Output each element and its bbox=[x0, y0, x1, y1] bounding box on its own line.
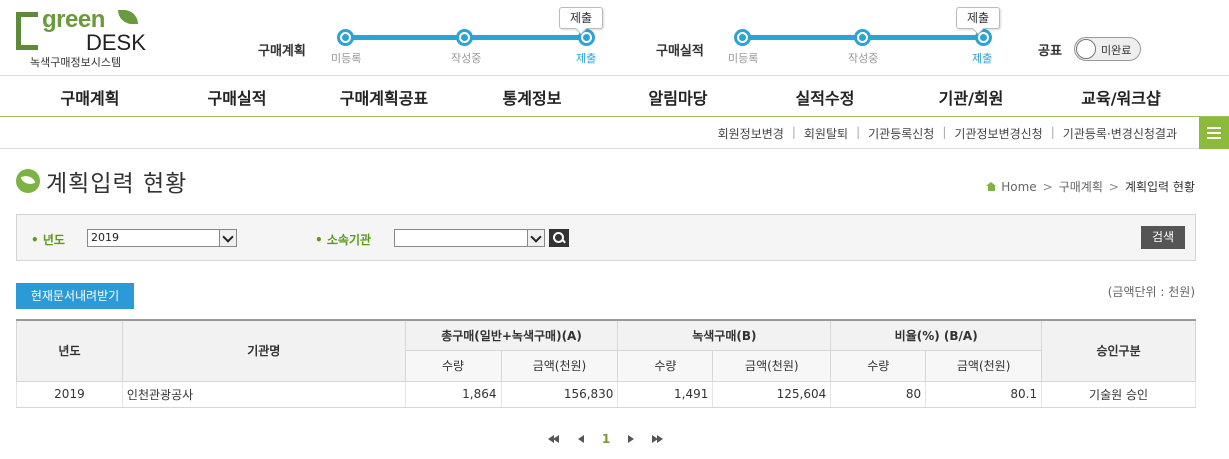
hamburger-icon bbox=[1207, 137, 1221, 139]
hamburger-menu-button[interactable] bbox=[1199, 117, 1229, 149]
subnav-separator: | bbox=[1050, 125, 1055, 139]
search-icon[interactable] bbox=[549, 229, 569, 247]
plan-status-table: 년도 기관명 총구매(일반+녹색구매)(A) 녹색구매(B) 비율(%) (B/… bbox=[16, 319, 1196, 408]
search-panel: 년도 2019 소속기관 검색 bbox=[16, 214, 1196, 261]
toggle-knob bbox=[1076, 39, 1096, 59]
chevron-down-icon bbox=[527, 230, 544, 246]
logo-text-desk: DESK bbox=[86, 30, 146, 55]
pagination: 1 bbox=[548, 431, 676, 447]
sub-nav-links: 회원정보변경 | 회원탈퇴 | 기관등록신청 | 기관정보변경신청 | 기관등록… bbox=[718, 125, 1177, 142]
greendesk-logo[interactable]: green DESK 녹색구매정보시스템 bbox=[14, 6, 154, 70]
cell-total-amount: 156,830 bbox=[500, 381, 619, 408]
year-select[interactable]: 2019 bbox=[87, 229, 237, 247]
cell-approval: 기술원 승인 bbox=[1041, 381, 1196, 408]
col-header-green-amount: 금액(천원) bbox=[712, 349, 832, 382]
first-page-icon[interactable] bbox=[548, 432, 562, 446]
result-status-bubble: 제출 bbox=[956, 7, 1001, 29]
table-row: 2019 인천관광공사 1,864 156,830 1,491 125,604 … bbox=[16, 381, 1196, 408]
result-progress-title: 구매실적 bbox=[656, 44, 704, 59]
plan-step-label-1: 미등록 bbox=[331, 52, 362, 65]
leaf-icon bbox=[118, 10, 138, 24]
toggle-label: 미완료 bbox=[1101, 44, 1132, 57]
breadcrumb-section[interactable]: 구매계획 bbox=[1059, 178, 1103, 195]
nav-item-purchase-result[interactable]: 구매실적 bbox=[208, 85, 267, 109]
subnav-separator: | bbox=[856, 125, 861, 139]
nav-item-notice[interactable]: 알림마당 bbox=[649, 85, 708, 109]
top-header: green DESK 녹색구매정보시스템 구매계획 미등록 작성중 제출 제출 … bbox=[0, 0, 1229, 75]
chevron-down-icon bbox=[219, 230, 236, 246]
result-step-node-1 bbox=[734, 29, 751, 46]
result-step-node-2 bbox=[854, 29, 871, 46]
nav-item-education[interactable]: 교육/워크샵 bbox=[1081, 85, 1160, 109]
nav-item-statistics[interactable]: 통계정보 bbox=[503, 85, 562, 109]
logo-subtitle: 녹색구매정보시스템 bbox=[30, 56, 122, 69]
subnav-separator: | bbox=[791, 125, 796, 139]
col-header-total-qty: 수량 bbox=[404, 349, 502, 382]
result-step-label-2: 작성중 bbox=[848, 52, 879, 65]
col-header-org: 기관명 bbox=[121, 319, 406, 382]
plan-step-node-2 bbox=[456, 29, 473, 46]
plan-progress-title: 구매계획 bbox=[258, 44, 306, 59]
download-button[interactable]: 현재문서내려받기 bbox=[16, 283, 134, 309]
logo-bracket-icon bbox=[16, 12, 38, 50]
cell-org: 인천관광공사 bbox=[121, 381, 406, 408]
page-title: 계획입력 현황 bbox=[46, 171, 188, 197]
publish-toggle[interactable]: 미완료 bbox=[1074, 37, 1141, 61]
publish-label: 공표 bbox=[1038, 44, 1062, 59]
plan-step-node-1 bbox=[337, 29, 354, 46]
nav-item-plan-publish[interactable]: 구매계획공표 bbox=[340, 85, 428, 109]
plan-status-bubble: 제출 bbox=[559, 7, 604, 29]
nav-item-purchase-plan[interactable]: 구매계획 bbox=[61, 85, 120, 109]
year-select-value: 2019 bbox=[91, 231, 119, 244]
page-number-current[interactable]: 1 bbox=[600, 432, 612, 446]
plan-step-label-3: 제출 bbox=[576, 52, 597, 65]
col-header-green-qty: 수량 bbox=[617, 349, 714, 382]
col-header-approval: 승인구분 bbox=[1041, 319, 1196, 382]
sub-nav: 회원정보변경 | 회원탈퇴 | 기관등록신청 | 기관정보변경신청 | 기관등록… bbox=[0, 117, 1229, 149]
col-header-total-amount: 금액(천원) bbox=[500, 349, 619, 382]
cell-total-qty: 1,864 bbox=[404, 381, 502, 408]
col-header-green: 녹색구매(B) bbox=[617, 319, 832, 351]
cell-green-qty: 1,491 bbox=[617, 381, 714, 408]
subnav-link-org-change[interactable]: 기관정보변경신청 bbox=[954, 125, 1042, 142]
col-header-ratio-amount: 금액(천원) bbox=[925, 349, 1043, 382]
breadcrumb-chevron-icon: > bbox=[1108, 179, 1119, 194]
subnav-link-request-result[interactable]: 기관등록·변경신청결과 bbox=[1063, 125, 1177, 142]
cell-year: 2019 bbox=[16, 381, 123, 408]
breadcrumb-home[interactable]: Home bbox=[1001, 180, 1036, 194]
result-step-label-3: 제출 bbox=[972, 52, 993, 65]
hamburger-icon bbox=[1207, 127, 1221, 129]
home-icon bbox=[986, 182, 997, 191]
leaf-title-icon bbox=[16, 169, 40, 193]
subnav-link-withdraw[interactable]: 회원탈퇴 bbox=[804, 125, 848, 142]
cell-green-amount: 125,604 bbox=[712, 381, 832, 408]
col-header-ratio-qty: 수량 bbox=[830, 349, 927, 382]
nav-item-result-edit[interactable]: 실적수정 bbox=[796, 85, 855, 109]
org-select[interactable] bbox=[394, 229, 545, 247]
unit-note: (금액단위 : 천원) bbox=[1107, 285, 1195, 299]
plan-step-label-2: 작성중 bbox=[451, 52, 482, 65]
cell-ratio-qty: 80 bbox=[830, 381, 927, 408]
year-label: 년도 bbox=[31, 231, 65, 248]
next-page-icon[interactable] bbox=[624, 432, 638, 446]
last-page-icon[interactable] bbox=[650, 432, 664, 446]
subnav-link-org-register[interactable]: 기관등록신청 bbox=[868, 125, 934, 142]
nav-item-org-member[interactable]: 기관/회원 bbox=[939, 85, 1004, 109]
prev-page-icon[interactable] bbox=[574, 432, 588, 446]
org-label: 소속기관 bbox=[315, 231, 371, 248]
breadcrumb: Home > 구매계획 > 계획입력 현황 bbox=[986, 178, 1195, 195]
col-header-year: 년도 bbox=[16, 319, 123, 382]
main-nav: 구매계획 구매실적 구매계획공표 통계정보 알림마당 실적수정 기관/회원 교육… bbox=[0, 75, 1229, 117]
subnav-separator: | bbox=[942, 125, 947, 139]
breadcrumb-current: 계획입력 현황 bbox=[1124, 180, 1195, 194]
col-header-total: 총구매(일반+녹색구매)(A) bbox=[404, 319, 619, 351]
hamburger-icon bbox=[1207, 132, 1221, 134]
result-step-label-1: 미등록 bbox=[728, 52, 759, 65]
col-header-ratio: 비율(%) (B/A) bbox=[830, 319, 1043, 351]
subnav-link-member-info[interactable]: 회원정보변경 bbox=[718, 125, 784, 142]
cell-ratio-amount: 80.1 bbox=[925, 381, 1043, 408]
breadcrumb-chevron-icon: > bbox=[1042, 179, 1053, 194]
search-button[interactable]: 검색 bbox=[1141, 226, 1185, 249]
